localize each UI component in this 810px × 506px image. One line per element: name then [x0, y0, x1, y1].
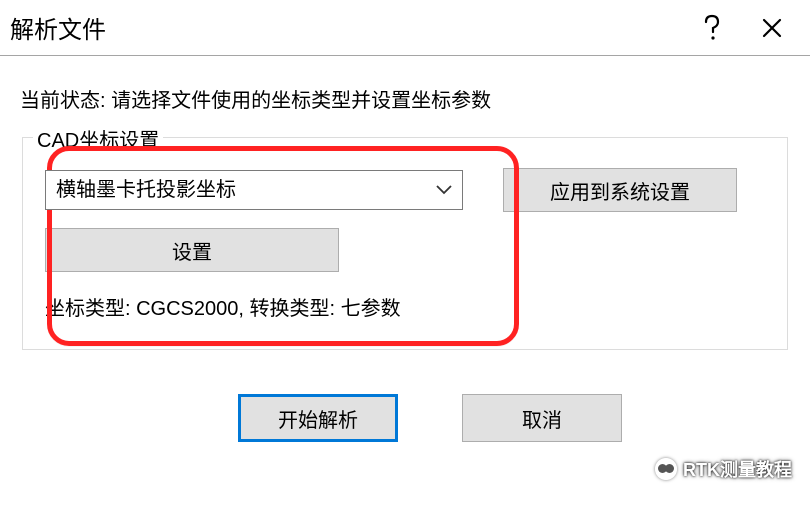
- help-icon: [702, 14, 722, 42]
- coord-info-text: 坐标类型: CGCS2000, 转换类型: 七参数: [45, 292, 765, 321]
- dialog-content: 当前状态: 请选择文件使用的坐标类型并设置坐标参数 CAD坐标设置 横轴墨卡托投…: [0, 56, 810, 442]
- projection-select-value: 横轴墨卡托投影坐标: [45, 170, 463, 210]
- groupbox-label: CAD坐标设置: [33, 124, 163, 153]
- watermark-text: RTK测量教程: [683, 456, 792, 482]
- settings-button[interactable]: 设置: [45, 228, 339, 272]
- dialog-button-row: 开始解析 取消: [18, 394, 792, 442]
- window-title: 解析文件: [8, 10, 106, 45]
- close-icon: [762, 18, 782, 38]
- close-button[interactable]: [742, 0, 802, 56]
- title-bar: 解析文件: [0, 0, 810, 56]
- start-button-label: 开始解析: [278, 404, 358, 433]
- watermark: RTK测量教程: [655, 456, 792, 482]
- cancel-button[interactable]: 取消: [462, 394, 622, 442]
- wechat-icon: [655, 458, 677, 480]
- status-label: 当前状态:: [20, 90, 106, 112]
- cad-coord-groupbox: CAD坐标设置 横轴墨卡托投影坐标 应用到系统设置 设置 坐标类型: CGCS2…: [22, 137, 788, 350]
- projection-select[interactable]: 横轴墨卡托投影坐标: [45, 170, 463, 210]
- apply-to-system-button[interactable]: 应用到系统设置: [503, 168, 737, 212]
- settings-button-label: 设置: [172, 236, 212, 265]
- cancel-button-label: 取消: [522, 404, 562, 433]
- start-parse-button[interactable]: 开始解析: [238, 394, 398, 442]
- status-line: 当前状态: 请选择文件使用的坐标类型并设置坐标参数: [20, 84, 792, 113]
- apply-button-label: 应用到系统设置: [550, 176, 690, 205]
- help-button[interactable]: [682, 0, 742, 56]
- status-text: 请选择文件使用的坐标类型并设置坐标参数: [111, 90, 491, 112]
